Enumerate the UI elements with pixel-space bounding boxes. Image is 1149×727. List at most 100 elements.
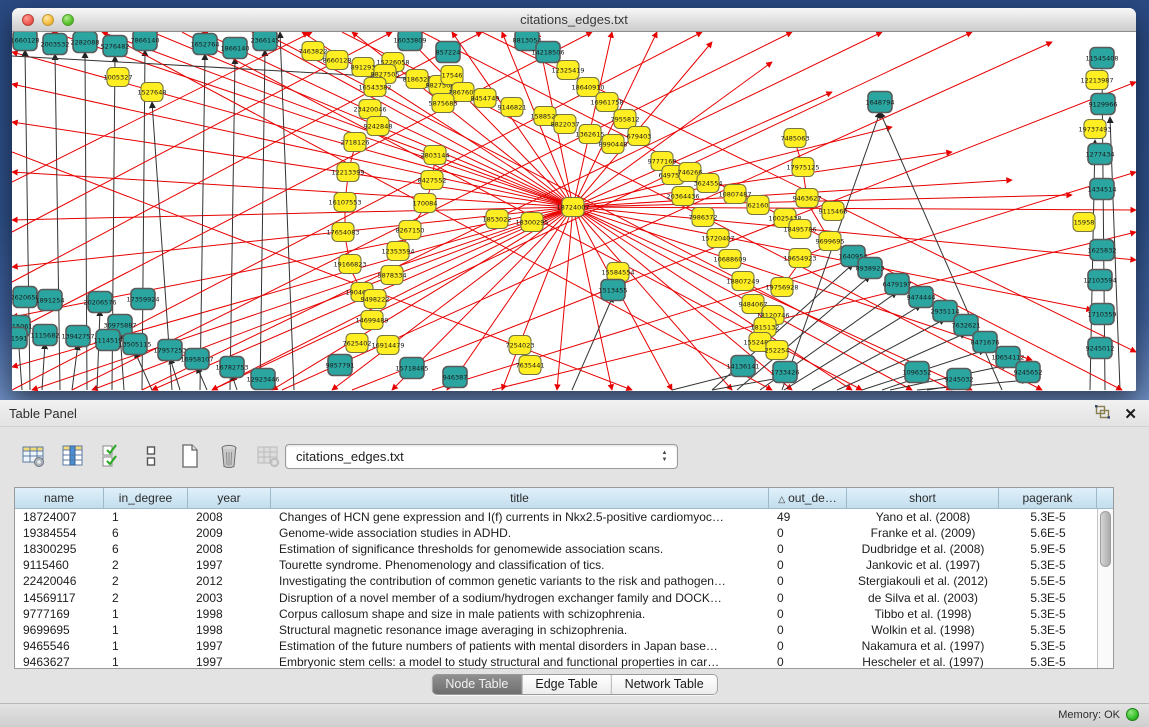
- table-row[interactable]: 2242004622012Investigating the contribut…: [15, 573, 1097, 589]
- cell-name: 14569117: [15, 591, 104, 605]
- cell-in_degree: 1: [104, 510, 188, 524]
- select-rows-icon[interactable]: [98, 442, 126, 470]
- cell-in_degree: 2: [104, 558, 188, 572]
- cell-in_degree: 2: [104, 574, 188, 588]
- network-canvas[interactable]: 1660128200353222820885276482786614016527…: [12, 32, 1136, 391]
- graph-node-label: 1513455: [599, 286, 628, 294]
- cell-year: 1997: [188, 639, 271, 653]
- table-row[interactable]: 1830029562008Estimation of significance …: [15, 541, 1097, 557]
- cell-out_de: 0: [769, 639, 847, 653]
- tab-network-table[interactable]: Network Table: [612, 675, 717, 694]
- graph-edge: [12, 52, 573, 207]
- cell-in_degree: 2: [104, 591, 188, 605]
- graph-edge: [197, 367, 207, 390]
- cell-in_degree: 1: [104, 655, 188, 668]
- cell-short: Wolkin et al. (1998): [847, 623, 999, 637]
- graph-node-label: 9242848: [364, 122, 393, 130]
- window-titlebar[interactable]: citations_edges.txt: [12, 8, 1136, 32]
- graph-node-label: 18640910: [571, 83, 604, 91]
- cell-title: Estimation of significance thresholds fo…: [271, 542, 769, 556]
- cell-name: 18300295: [15, 542, 104, 556]
- graph-node-label: 7632621: [952, 321, 981, 329]
- delete-icon[interactable]: [215, 442, 243, 470]
- graph-node-label: 8660128: [323, 56, 352, 64]
- graph-node-label: 1866140: [221, 44, 250, 52]
- vertical-scrollbar[interactable]: [1097, 509, 1113, 668]
- column-header-in_degree[interactable]: in_degree: [104, 488, 188, 508]
- table-settings-icon[interactable]: [20, 442, 48, 470]
- column-header-out_de[interactable]: △out_de…: [769, 488, 847, 508]
- cell-year: 2008: [188, 542, 271, 556]
- cell-year: 1997: [188, 655, 271, 668]
- zoom-window-button[interactable]: [62, 14, 74, 26]
- cell-title: Genome-wide association studies in ADHD.: [271, 526, 769, 540]
- cell-out_de: 0: [769, 607, 847, 621]
- table-row[interactable]: 946554611997Estimation of the future num…: [15, 638, 1097, 654]
- tab-node-table[interactable]: Node Table: [432, 675, 522, 694]
- cell-pagerank: 5.3E-5: [999, 558, 1097, 572]
- traffic-lights: [22, 14, 74, 26]
- graph-node-label: 19654923: [783, 254, 816, 262]
- table-row[interactable]: 969969511998Structural magnetic resonanc…: [15, 622, 1097, 638]
- close-panel-icon[interactable]: ✕: [1124, 407, 1137, 423]
- graph-node-label: 9463627: [793, 194, 822, 202]
- scrollbar-thumb[interactable]: [1100, 511, 1111, 567]
- minimize-window-button[interactable]: [42, 14, 54, 26]
- table-panel-title: Table Panel: [9, 406, 77, 421]
- network-table-dropdown[interactable]: citations_edges.txt ▲▼: [285, 444, 678, 469]
- graph-node-label: 10807487: [718, 190, 751, 198]
- graph-node-label: 1434514: [1088, 185, 1117, 193]
- graph-node-label: 391591: [12, 334, 27, 342]
- column-header-pagerank[interactable]: pagerank: [999, 488, 1097, 508]
- vertical-boxes-icon[interactable]: [137, 442, 165, 470]
- column-header-title[interactable]: title: [271, 488, 769, 508]
- column-header-year[interactable]: year: [188, 488, 271, 508]
- cell-pagerank: 5.3E-5: [999, 510, 1097, 524]
- dropdown-stepper-icon: ▲▼: [660, 449, 669, 465]
- delete-table-icon-disabled[interactable]: [254, 442, 282, 470]
- graph-node-label: 8454749: [471, 94, 500, 102]
- show-column-icon[interactable]: [59, 442, 87, 470]
- table-row[interactable]: 1872400712008Changes of HCN gene express…: [15, 509, 1097, 525]
- table-row[interactable]: 977716911998Corpus callosum shape and si…: [15, 606, 1097, 622]
- graph-node-label: 1660128: [12, 36, 39, 44]
- float-panel-icon[interactable]: [1095, 405, 1110, 424]
- graph-node-label: 2003532: [41, 40, 70, 48]
- graph-node-label: 10688609: [713, 255, 746, 263]
- graph-node-label: 19166823: [333, 260, 366, 268]
- graph-edge: [572, 296, 613, 390]
- table-row[interactable]: 1456911722003Disruption of a novel membe…: [15, 589, 1097, 605]
- cell-title: Tourette syndrome. Phenomenology and cla…: [271, 558, 769, 572]
- citation-network-graph[interactable]: 1660128200353222820885276482786614016527…: [12, 32, 1136, 391]
- close-window-button[interactable]: [22, 14, 34, 26]
- cell-year: 1998: [188, 623, 271, 637]
- graph-node-label: 2803144: [421, 151, 450, 159]
- graph-node-label: 7866140: [131, 36, 160, 44]
- graph-node-label: 16543382: [358, 83, 391, 91]
- column-header-name[interactable]: name: [15, 488, 104, 508]
- cell-in_degree: 1: [104, 639, 188, 653]
- graph-node-label: 12213399: [331, 168, 364, 176]
- graph-node-label: 7625402: [343, 339, 372, 347]
- graph-edge: [12, 152, 632, 390]
- graph-node-label: 7635441: [516, 361, 545, 369]
- graph-node-label: 1277434: [1086, 150, 1115, 158]
- table-row[interactable]: 1938455462009Genome-wide association stu…: [15, 525, 1097, 541]
- graph-node-label: 11545408: [1085, 54, 1118, 62]
- graph-node-label: 2366145: [251, 36, 280, 44]
- cell-short: Yano et al. (2008): [847, 510, 999, 524]
- table-panel-body: f(x) citations_edges.txt ▲▼ namein_degre…: [0, 427, 1149, 703]
- graph-node-label: 9245012: [1086, 344, 1115, 352]
- graph-node-label: 20206576: [83, 298, 116, 306]
- graph-node-label: 9129966: [1089, 100, 1118, 108]
- graph-node-label: 2935114: [931, 307, 960, 315]
- tab-edge-table[interactable]: Edge Table: [522, 675, 611, 694]
- table-row[interactable]: 911546021997Tourette syndrome. Phenomeno…: [15, 557, 1097, 573]
- graph-node-label: 14136141: [726, 362, 759, 370]
- new-document-icon[interactable]: [176, 442, 204, 470]
- memory-ok-indicator[interactable]: [1126, 708, 1139, 721]
- cell-out_de: 0: [769, 526, 847, 540]
- cell-out_de: 49: [769, 510, 847, 524]
- table-row[interactable]: 946362711997Embryonic stem cells: a mode…: [15, 654, 1097, 668]
- column-header-short[interactable]: short: [847, 488, 999, 508]
